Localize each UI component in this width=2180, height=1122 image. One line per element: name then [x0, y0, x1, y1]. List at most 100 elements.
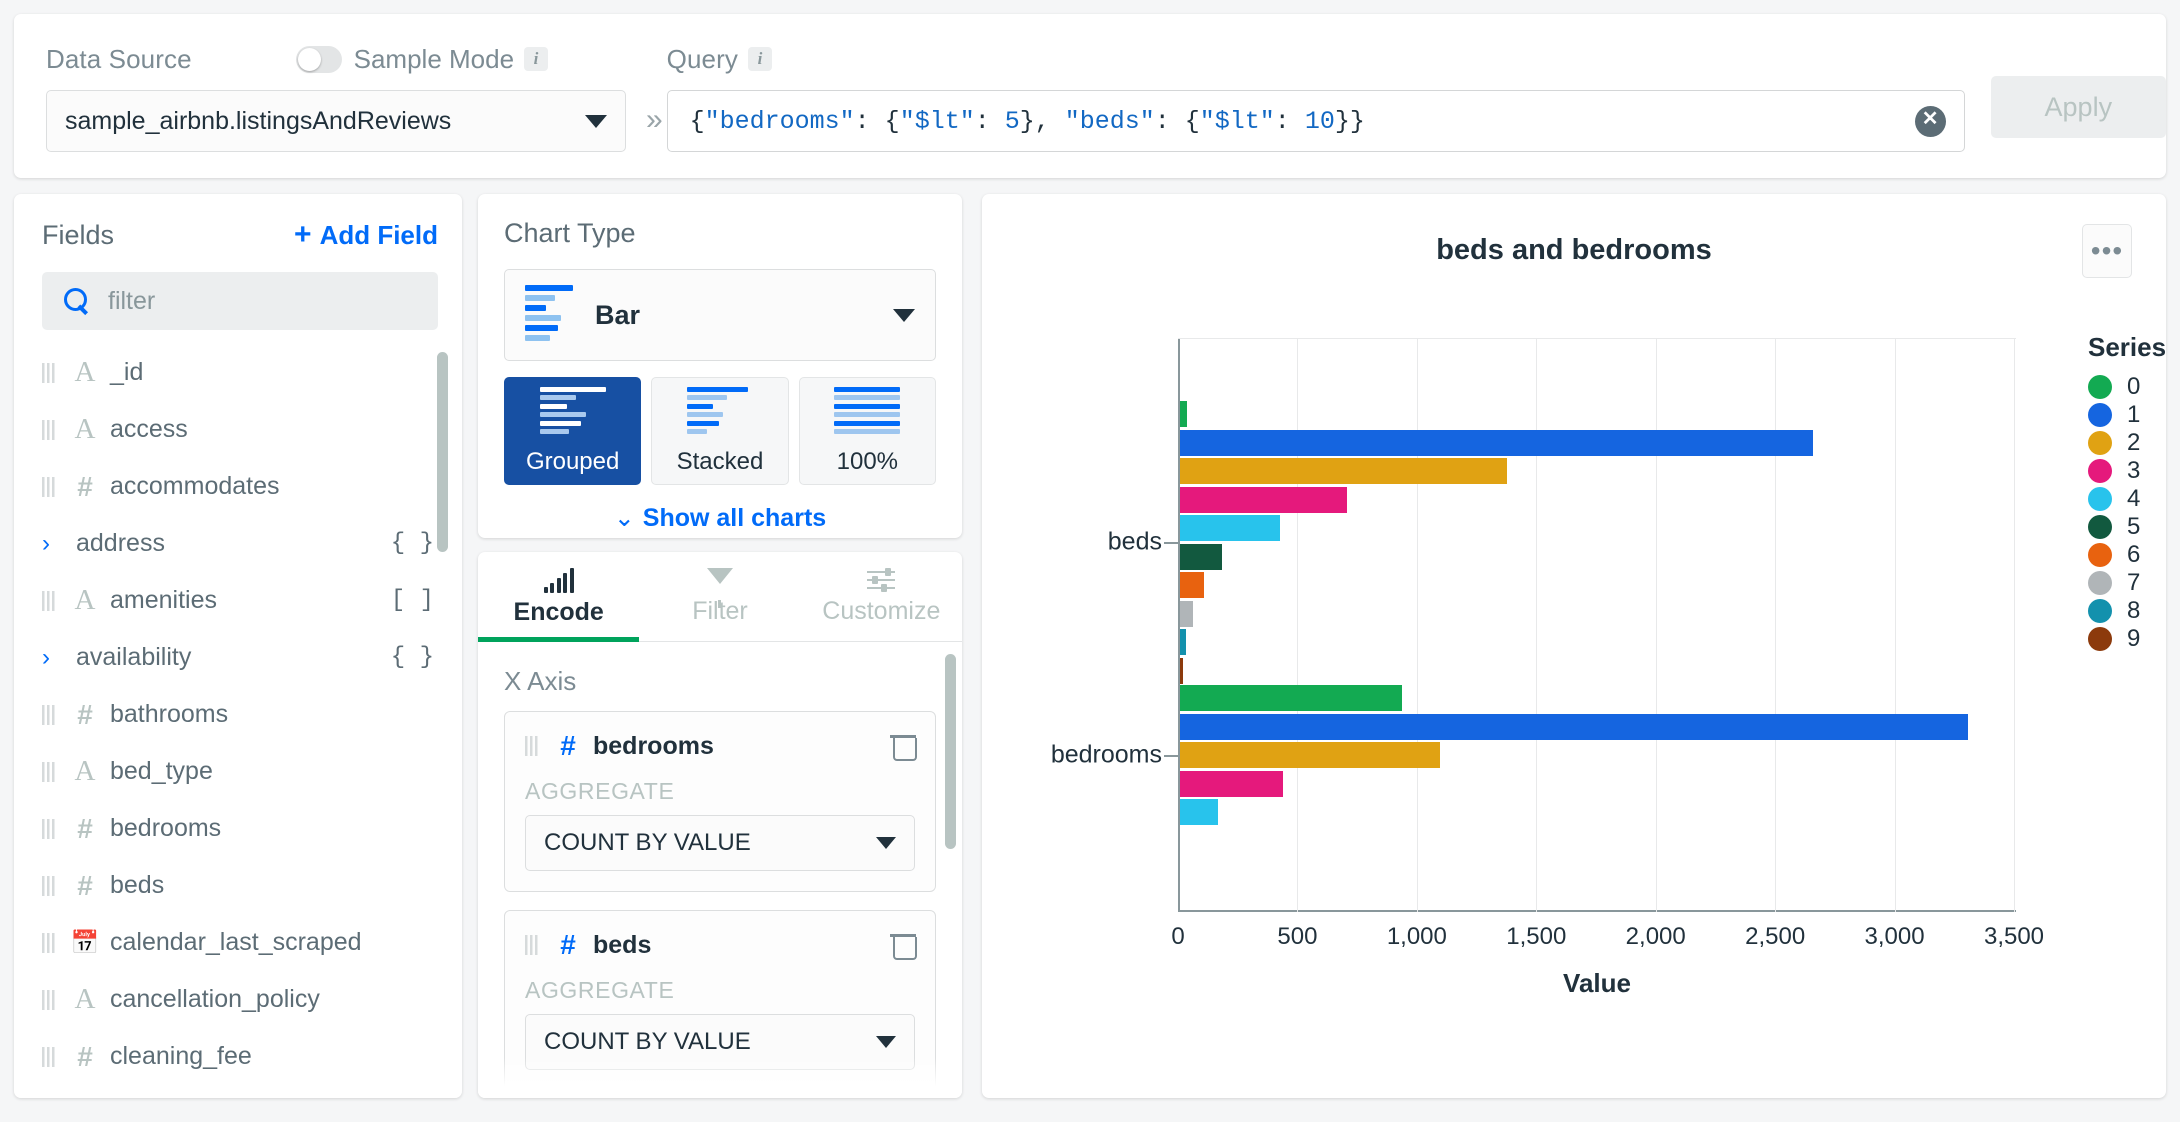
- drag-handle-icon[interactable]: [42, 761, 55, 782]
- bar-beds-series-0[interactable]: [1180, 401, 1188, 427]
- chevron-right-icon[interactable]: ›: [42, 530, 62, 558]
- field-item-calendar_last_scraped[interactable]: 📅 calendar_last_scraped: [14, 914, 462, 971]
- bar-bedrooms-series-3[interactable]: [1180, 770, 1283, 797]
- drag-handle-icon[interactable]: [42, 932, 55, 953]
- legend-item-4[interactable]: 4: [2088, 485, 2180, 513]
- bar-bedrooms-series-4[interactable]: [1180, 799, 1219, 825]
- field-item-cleaning_fee[interactable]: # cleaning_fee: [14, 1028, 462, 1085]
- tab-customize[interactable]: Customize: [801, 552, 962, 641]
- chart-type-select[interactable]: Bar: [504, 269, 936, 361]
- drag-handle-icon[interactable]: [42, 989, 55, 1010]
- chart-title: beds and bedrooms: [1436, 234, 1712, 266]
- field-item-bedrooms[interactable]: # bedrooms: [14, 800, 462, 857]
- x-tick-label: 500: [1277, 923, 1318, 950]
- delete-icon[interactable]: [890, 932, 917, 960]
- chart-subtype-100pct[interactable]: 100%: [798, 377, 936, 485]
- field-item-access[interactable]: Aaccess: [14, 401, 462, 458]
- field-item-beds[interactable]: # beds: [14, 857, 462, 914]
- legend-item-5[interactable]: 5: [2088, 513, 2180, 541]
- chart-menu-icon[interactable]: •••: [2082, 224, 2132, 278]
- fields-panel: Fields + Add Field filter A _id Aaccess # ac…: [14, 194, 462, 1098]
- field-item-bathrooms[interactable]: # bathrooms: [14, 686, 462, 743]
- chart-subtype-stacked[interactable]: Stacked: [651, 377, 789, 485]
- encode-channel-bedrooms[interactable]: # bedrooms AGGREGATE COUNT BY VALUE: [504, 711, 936, 892]
- bar-chart-icon: [543, 567, 574, 593]
- fields-filter-input[interactable]: filter: [42, 272, 438, 330]
- drag-handle-icon[interactable]: [525, 935, 538, 955]
- chart-subtype-grouped[interactable]: Grouped: [504, 377, 642, 485]
- tab-filter[interactable]: Filter: [639, 552, 800, 641]
- data-source-select[interactable]: sample_airbnb.listingsAndReviews: [46, 90, 626, 152]
- field-type-icon: #: [77, 869, 93, 901]
- bar-bedrooms-series-1[interactable]: [1180, 713, 1969, 740]
- chevron-right-icon[interactable]: ›: [42, 644, 62, 672]
- field-item-_id[interactable]: A _id: [14, 344, 462, 401]
- bar-style-icon: [686, 386, 753, 438]
- legend-item-6[interactable]: 6: [2088, 541, 2180, 569]
- sample-mode-toggle[interactable]: [295, 45, 342, 73]
- drag-handle-icon[interactable]: [42, 362, 55, 383]
- bar-beds-series-7[interactable]: [1180, 600, 1194, 627]
- query-input[interactable]: {"bedrooms": {"$lt": 5}, "beds": {"$lt":…: [666, 90, 1965, 152]
- field-type-icon: #: [77, 698, 93, 730]
- x-tick-label: 0: [1171, 923, 1185, 950]
- drag-handle-icon[interactable]: [42, 476, 55, 497]
- field-item-address[interactable]: › address { }: [14, 515, 462, 572]
- encode-tabs: Encode Filter Customize: [478, 552, 962, 642]
- add-field-label: Add Field: [319, 219, 438, 250]
- field-item-bed_type[interactable]: Abed_type: [14, 743, 462, 800]
- drag-handle-icon[interactable]: [42, 704, 55, 725]
- field-item-availability[interactable]: › availability { }: [14, 629, 462, 686]
- legend-label: 3: [2127, 457, 2141, 484]
- legend-item-8[interactable]: 8: [2088, 597, 2180, 625]
- show-all-charts-button[interactable]: ⌄ Show all charts: [504, 503, 936, 533]
- drag-handle-icon[interactable]: [42, 875, 55, 896]
- legend-color-swatch: [2088, 375, 2112, 399]
- legend-item-7[interactable]: 7: [2088, 569, 2180, 597]
- legend-item-3[interactable]: 3: [2088, 457, 2180, 485]
- bar-beds-series-2[interactable]: [1180, 458, 1508, 484]
- field-type-icon: A: [68, 1097, 102, 1098]
- fields-scrollbar[interactable]: [437, 352, 448, 552]
- drag-handle-icon[interactable]: [525, 736, 538, 756]
- bar-bedrooms-series-0[interactable]: [1180, 685, 1403, 711]
- tab-encode[interactable]: Encode: [478, 552, 640, 642]
- legend-item-9[interactable]: 9: [2088, 625, 2180, 653]
- apply-button[interactable]: Apply: [1990, 76, 2166, 138]
- query-info-icon[interactable]: i: [747, 47, 772, 71]
- encode-scrollbar[interactable]: [945, 654, 956, 849]
- sample-mode-info-icon[interactable]: i: [524, 47, 549, 71]
- bar-bedrooms-series-2[interactable]: [1180, 742, 1441, 768]
- drag-handle-icon[interactable]: [42, 1046, 55, 1067]
- bar-beds-series-3[interactable]: [1180, 486, 1348, 513]
- drag-handle-icon[interactable]: [42, 590, 55, 611]
- legend-item-2[interactable]: 2: [2088, 429, 2180, 457]
- bar-beds-series-5[interactable]: [1180, 543, 1222, 570]
- expand-chevrons-icon[interactable]: »: [646, 55, 663, 137]
- field-item-amenities[interactable]: Aamenities [ ]: [14, 572, 462, 629]
- bar-beds-series-8[interactable]: [1180, 629, 1186, 655]
- bar-beds-series-6[interactable]: [1180, 572, 1204, 598]
- add-field-button[interactable]: + Add Field: [294, 218, 438, 252]
- field-item-description[interactable]: Adescription: [14, 1085, 462, 1098]
- legend-label: 2: [2127, 429, 2141, 456]
- query-token: : {: [1154, 106, 1200, 136]
- legend-item-1[interactable]: 1: [2088, 401, 2180, 429]
- tab-encode-label: Encode: [513, 597, 604, 626]
- field-name: cancellation_policy: [110, 985, 320, 1013]
- bar-beds-series-1[interactable]: [1180, 429, 1813, 456]
- sample-mode-control[interactable]: Sample Mode i: [295, 44, 549, 75]
- field-item-accommodates[interactable]: # accommodates: [14, 458, 462, 515]
- drag-handle-icon[interactable]: [42, 818, 55, 839]
- query-text: {"bedrooms": {"$lt": 5}, "beds": {"$lt":…: [690, 107, 1365, 136]
- bar-beds-series-9[interactable]: [1180, 657, 1183, 684]
- bar-beds-series-4[interactable]: [1180, 515, 1281, 541]
- field-item-cancellation_policy[interactable]: Acancellation_policy: [14, 971, 462, 1028]
- aggregate-select[interactable]: COUNT BY VALUE: [525, 1014, 915, 1070]
- encode-channel-beds[interactable]: # beds AGGREGATE COUNT BY VALUE: [504, 910, 936, 1091]
- delete-icon[interactable]: [890, 733, 917, 761]
- aggregate-select[interactable]: COUNT BY VALUE: [525, 815, 915, 871]
- legend-item-0[interactable]: 0: [2088, 373, 2180, 401]
- drag-handle-icon[interactable]: [42, 419, 55, 440]
- clear-query-icon[interactable]: ✕: [1914, 105, 1946, 137]
